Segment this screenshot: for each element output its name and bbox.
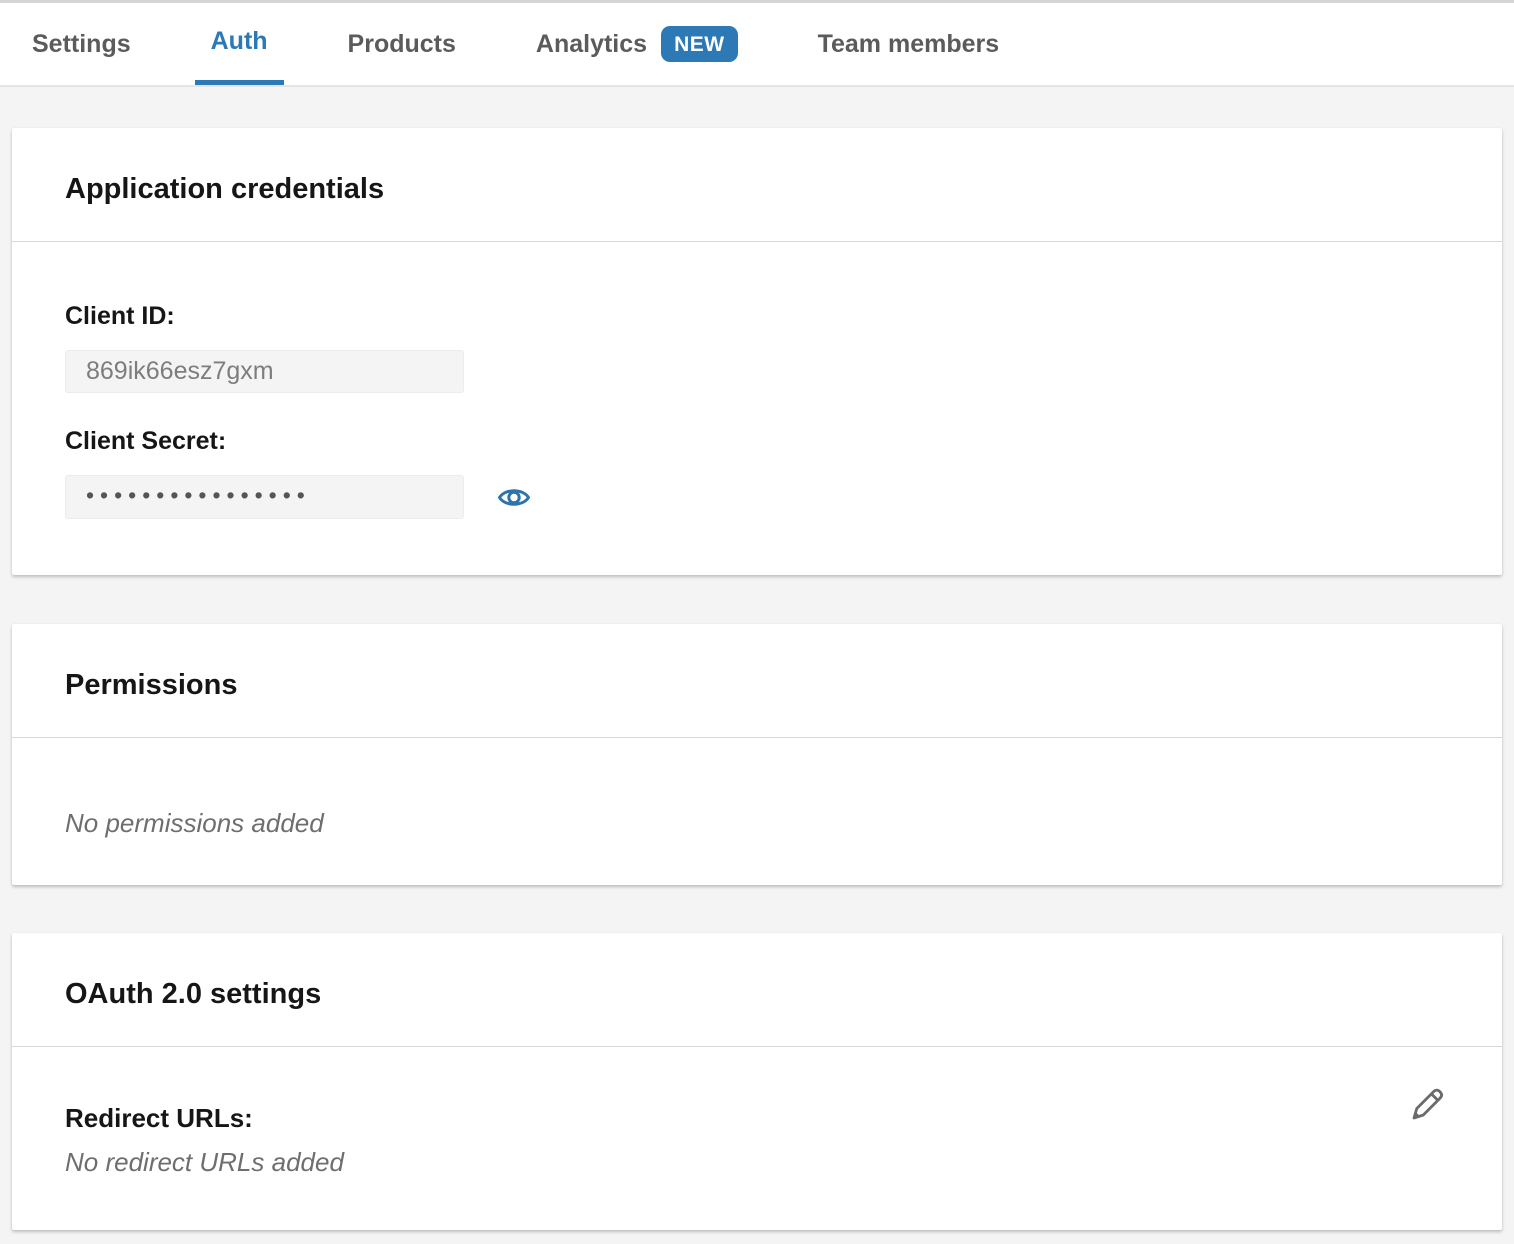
client-secret-row: •••••••••••••••• — [65, 475, 1449, 519]
tab-products-label: Products — [348, 30, 456, 59]
tab-products[interactable]: Products — [332, 3, 472, 85]
permissions-header: Permissions — [12, 624, 1502, 738]
new-badge: NEW — [661, 26, 738, 62]
oauth-settings-card: OAuth 2.0 settings Redirect URLs: No red… — [12, 933, 1502, 1230]
client-id-input[interactable] — [65, 350, 464, 393]
application-credentials-header: Application credentials — [12, 128, 1502, 242]
reveal-secret-button[interactable] — [497, 484, 531, 511]
permissions-card: Permissions No permissions added — [12, 624, 1502, 885]
tab-settings-label: Settings — [32, 30, 131, 59]
tab-team-members[interactable]: Team members — [802, 3, 1016, 85]
app-tab-bar: Settings Auth Products Analytics NEW Tea… — [0, 3, 1514, 87]
pencil-icon — [1404, 1113, 1446, 1128]
oauth-settings-title: OAuth 2.0 settings — [65, 977, 1449, 1011]
oauth-settings-header: OAuth 2.0 settings — [12, 933, 1502, 1047]
client-id-label: Client ID: — [65, 301, 1449, 331]
permissions-body: No permissions added — [12, 738, 1502, 885]
client-secret-field[interactable]: •••••••••••••••• — [65, 475, 464, 519]
tab-analytics-label: Analytics — [536, 30, 647, 59]
no-permissions-message: No permissions added — [65, 808, 1449, 839]
redirect-urls-label: Redirect URLs: — [65, 1103, 1449, 1133]
client-secret-label: Client Secret: — [65, 426, 1449, 456]
oauth-settings-body: Redirect URLs: No redirect URLs added — [12, 1047, 1502, 1230]
edit-redirect-urls-button[interactable] — [1404, 1081, 1446, 1125]
tab-team-members-label: Team members — [818, 30, 1000, 59]
application-credentials-title: Application credentials — [65, 172, 1449, 206]
tab-analytics[interactable]: Analytics NEW — [520, 3, 754, 85]
tab-settings[interactable]: Settings — [16, 3, 147, 85]
application-credentials-card: Application credentials Client ID: Clien… — [12, 128, 1502, 575]
eye-icon — [497, 499, 531, 514]
tab-auth-label: Auth — [211, 27, 268, 56]
auth-tab-content: Application credentials Client ID: Clien… — [0, 128, 1514, 1230]
permissions-title: Permissions — [65, 668, 1449, 702]
tab-auth[interactable]: Auth — [195, 3, 284, 85]
application-credentials-body: Client ID: Client Secret: ••••••••••••••… — [12, 242, 1502, 575]
no-redirect-urls-message: No redirect URLs added — [65, 1147, 1449, 1178]
